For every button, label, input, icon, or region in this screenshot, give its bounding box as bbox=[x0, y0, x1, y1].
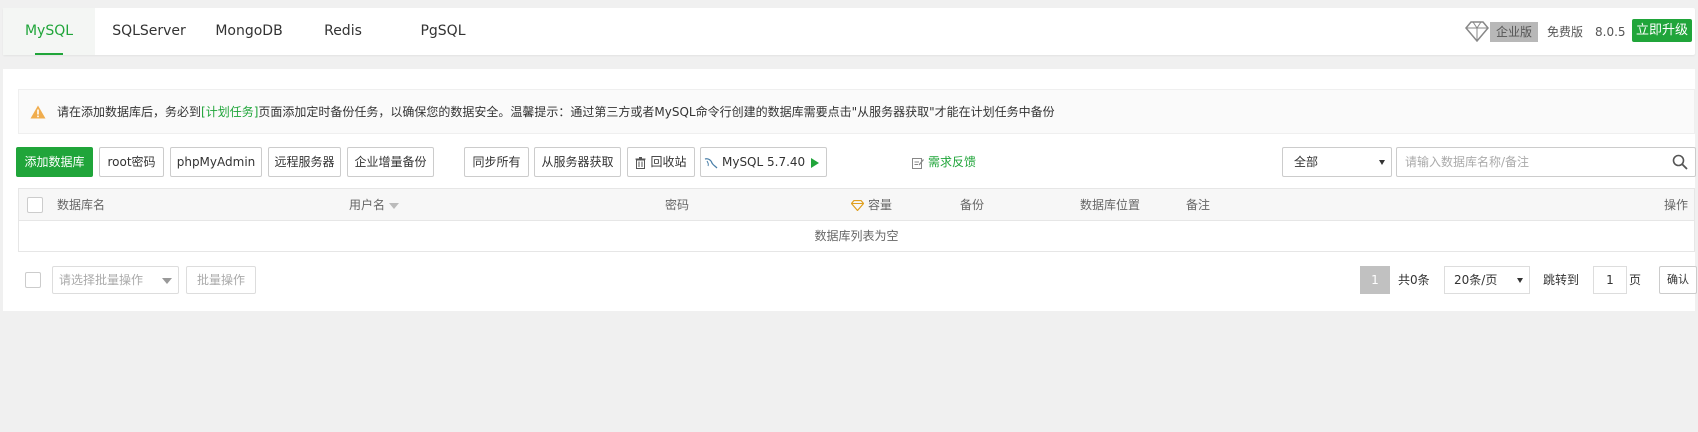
filter-select[interactable]: 全部 bbox=[1282, 147, 1392, 177]
tab-label: SQLServer bbox=[112, 23, 186, 39]
database-panel: 请在添加数据库后，务必到[计划任务]页面添加定时备份任务，以确保您的数据安全。温… bbox=[3, 69, 1697, 311]
trash-icon bbox=[635, 156, 646, 169]
schedule-task-link[interactable]: [计划任务] bbox=[201, 105, 258, 119]
batch-operation-button[interactable]: 批量操作 bbox=[186, 266, 256, 294]
column-password: 密码 bbox=[665, 198, 690, 212]
select-all-checkbox[interactable] bbox=[27, 197, 43, 213]
page-size-select[interactable]: 20条/页 bbox=[1444, 266, 1530, 294]
phpmyadmin-button[interactable]: phpMyAdmin bbox=[170, 147, 262, 177]
diamond-icon bbox=[1465, 21, 1489, 42]
notice-bar: 请在添加数据库后，务必到[计划任务]页面添加定时备份任务，以确保您的数据安全。温… bbox=[18, 89, 1695, 134]
dropdown-arrow-icon bbox=[162, 278, 172, 284]
sort-caret-icon bbox=[389, 202, 400, 209]
tab-sqlserver[interactable]: SQLServer bbox=[103, 8, 195, 55]
root-password-button[interactable]: root密码 bbox=[99, 147, 164, 177]
notice-text-before: 请在添加数据库后，务必到 bbox=[57, 105, 202, 119]
mysql-version-label: MySQL 5.7.40 bbox=[721, 155, 806, 169]
recycle-bin-label: 回收站 bbox=[650, 155, 687, 169]
footer-select-all-checkbox[interactable] bbox=[25, 272, 41, 288]
feedback-link[interactable]: 需求反馈 bbox=[912, 147, 976, 177]
jump-to-label: 跳转到 bbox=[1543, 273, 1580, 287]
column-location: 数据库位置 bbox=[1080, 198, 1141, 212]
column-username-label: 用户名 bbox=[349, 198, 386, 212]
column-actions: 操作 bbox=[1663, 198, 1688, 212]
diamond-icon bbox=[850, 199, 865, 212]
page-unit-label: 页 bbox=[1629, 273, 1642, 287]
current-page-number[interactable]: 1 bbox=[1360, 266, 1390, 294]
sync-all-button[interactable]: 同步所有 bbox=[464, 147, 529, 177]
dropdown-arrow-icon bbox=[1379, 160, 1385, 165]
tab-redis[interactable]: Redis bbox=[298, 8, 388, 55]
add-database-button[interactable]: 添加数据库 bbox=[16, 147, 93, 177]
mysql-dolphin-icon bbox=[704, 157, 718, 168]
total-count: 共0条 bbox=[1398, 273, 1430, 287]
free-edition-label: 免费版 bbox=[1547, 25, 1584, 39]
column-remark: 备注 bbox=[1186, 198, 1211, 212]
column-username[interactable]: 用户名 bbox=[349, 189, 400, 221]
database-table: 数据库名 用户名 密码 容量 备份 数据库位置 备注 操作 数据库列表为空 bbox=[18, 188, 1695, 252]
tab-label: MongoDB bbox=[215, 23, 283, 39]
table-header: 数据库名 用户名 密码 容量 备份 数据库位置 备注 操作 bbox=[19, 189, 1694, 221]
tab-mysql[interactable]: MySQL bbox=[3, 8, 95, 55]
warning-icon bbox=[30, 105, 46, 118]
enterprise-incremental-backup-button[interactable]: 企业增量备份 bbox=[347, 147, 434, 177]
play-icon bbox=[811, 157, 819, 168]
column-capacity: 容量 bbox=[850, 189, 893, 221]
upgrade-button[interactable]: 立即升级 bbox=[1632, 19, 1692, 42]
notice-text: 请在添加数据库后，务必到[计划任务]页面添加定时备份任务，以确保您的数据安全。温… bbox=[57, 103, 1055, 120]
column-capacity-label: 容量 bbox=[868, 198, 893, 212]
fetch-from-server-button[interactable]: 从服务器获取 bbox=[534, 147, 621, 177]
version-number: 8.0.5 bbox=[1595, 25, 1626, 39]
search-icon[interactable] bbox=[1672, 154, 1688, 170]
search-box bbox=[1396, 147, 1696, 177]
tab-pgsql[interactable]: PgSQL bbox=[398, 8, 488, 55]
dropdown-arrow-icon bbox=[1517, 278, 1523, 283]
database-type-tabs: MySQL SQLServer MongoDB Redis PgSQL 企业版 … bbox=[3, 8, 1695, 55]
tab-mongodb[interactable]: MongoDB bbox=[203, 8, 295, 55]
edit-note-icon bbox=[912, 157, 924, 169]
tab-label: MySQL bbox=[24, 23, 74, 39]
notice-text-after: 页面添加定时备份任务，以确保您的数据安全。温馨提示：通过第三方或者MySQL命令… bbox=[258, 105, 1055, 119]
feedback-label: 需求反馈 bbox=[928, 155, 977, 169]
tab-label: PgSQL bbox=[420, 23, 466, 39]
mysql-version-button[interactable]: MySQL 5.7.40 bbox=[700, 147, 827, 177]
empty-table-message: 数据库列表为空 bbox=[814, 229, 899, 243]
column-database-name: 数据库名 bbox=[57, 198, 106, 212]
column-backup: 备份 bbox=[960, 198, 985, 212]
tab-label: Redis bbox=[324, 23, 362, 39]
batch-operation-select[interactable]: 请选择批量操作 bbox=[52, 266, 179, 294]
remote-server-button[interactable]: 远程服务器 bbox=[268, 147, 341, 177]
batch-select-placeholder: 请选择批量操作 bbox=[59, 273, 144, 287]
page-size-value: 20条/页 bbox=[1454, 273, 1498, 287]
recycle-bin-button[interactable]: 回收站 bbox=[627, 147, 695, 177]
enterprise-badge[interactable]: 企业版 bbox=[1490, 22, 1538, 42]
database-search-input[interactable] bbox=[1397, 148, 1657, 176]
confirm-jump-button[interactable]: 确认 bbox=[1659, 266, 1697, 294]
filter-selected-value: 全部 bbox=[1294, 155, 1319, 169]
jump-page-input[interactable] bbox=[1593, 266, 1627, 294]
active-tab-indicator bbox=[35, 53, 63, 55]
